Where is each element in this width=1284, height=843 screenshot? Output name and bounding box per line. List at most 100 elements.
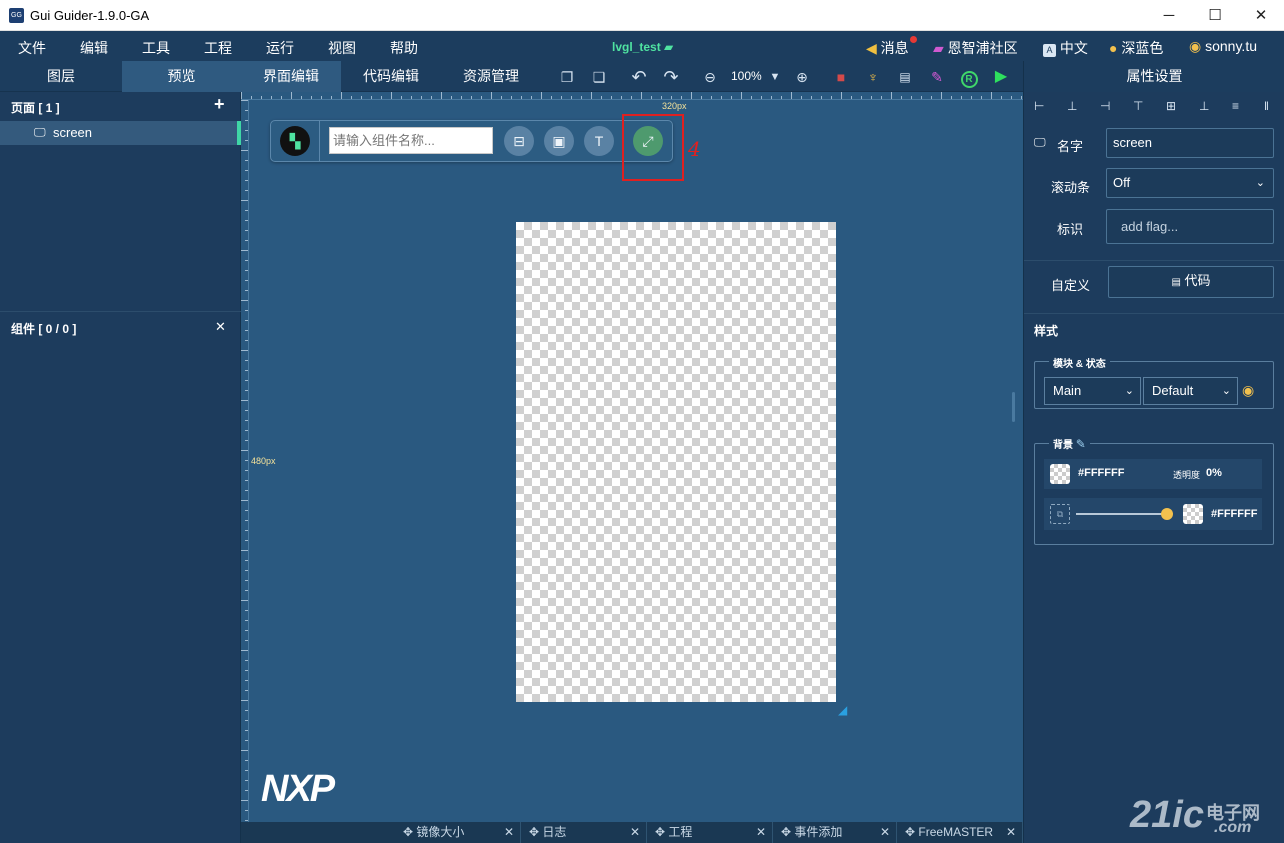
close-icon[interactable]: ✕ xyxy=(630,822,640,843)
gradient-color-swatch[interactable] xyxy=(1183,504,1203,524)
menu-file[interactable]: 文件 xyxy=(18,38,46,58)
tab-freemaster[interactable]: ✥ FreeMASTER ✕ xyxy=(897,822,1023,843)
ruler-tick xyxy=(241,700,248,701)
brush-icon[interactable]: ✎ xyxy=(1076,437,1086,451)
user-menu[interactable]: ◉ sonny.tu xyxy=(1189,38,1257,55)
ruler-tick xyxy=(991,92,992,99)
tab-label: 事件添加 xyxy=(794,825,843,839)
ruler-tick xyxy=(971,96,972,99)
tab-layers[interactable]: 图层 xyxy=(0,61,122,92)
tab-preview[interactable]: 预览 xyxy=(122,61,241,92)
resize-handle-icon[interactable]: ◢ xyxy=(838,703,847,717)
tab-event-add[interactable]: ✥ 事件添加 ✕ xyxy=(773,822,897,843)
tab-project[interactable]: ✥ 工程 ✕ xyxy=(647,822,773,843)
close-icon[interactable]: ✕ xyxy=(504,822,514,843)
ruler-tick xyxy=(291,92,292,99)
widgets-grid-icon[interactable]: ▚ xyxy=(280,126,310,156)
ruler-tick xyxy=(941,92,942,99)
scroll-handle[interactable] xyxy=(1012,392,1015,422)
distribute-h-icon[interactable]: ≡ xyxy=(1232,99,1239,113)
image-widget-icon[interactable]: ▣ xyxy=(544,126,574,156)
ruler-tick xyxy=(431,96,432,99)
run-play-icon[interactable]: ▶ xyxy=(990,66,1012,88)
user-label: sonny.tu xyxy=(1205,38,1257,54)
ruler-tick xyxy=(601,96,602,99)
bg-color-value: #FFFFFF xyxy=(1078,467,1125,479)
align-vcenter-icon[interactable]: ⊞ xyxy=(1166,99,1176,113)
tab-ui-edit[interactable]: 界面编辑 xyxy=(241,61,341,92)
send-back-icon[interactable]: ❏ xyxy=(588,66,610,88)
menu-bar: 文件 编辑 工具 工程 运行 视图 帮助 lvgl_test ▰ ◀ 消息 ▰ … xyxy=(0,31,1284,61)
stop-icon[interactable]: ■ xyxy=(830,66,852,88)
page-item-screen[interactable]: 🖵 screen xyxy=(0,121,241,145)
align-hcenter-icon[interactable]: ⊥ xyxy=(1067,99,1077,113)
menu-view[interactable]: 视图 xyxy=(328,38,356,58)
ruler-tick xyxy=(241,92,242,99)
name-field[interactable]: screen xyxy=(1106,128,1274,158)
widget-search-input[interactable] xyxy=(329,127,493,154)
close-button[interactable]: ✕ xyxy=(1238,0,1284,31)
design-canvas[interactable]: 320px 480px ▚ ⊟ ▣ T ⤢ 4 ◢ NXP xyxy=(241,92,1023,822)
zoom-dropdown-icon[interactable]: ▼ xyxy=(764,66,786,88)
clean-broom-icon[interactable]: ♆ xyxy=(862,66,884,88)
theme-menu[interactable]: ● 深蓝色 xyxy=(1109,38,1163,58)
undo-icon[interactable]: ↶ xyxy=(628,66,650,88)
ruler-tick xyxy=(841,92,842,99)
menu-help[interactable]: 帮助 xyxy=(390,38,418,58)
button-widget-icon[interactable]: ⊟ xyxy=(504,126,534,156)
ruler-tick xyxy=(245,560,248,561)
screen-preview[interactable] xyxy=(516,222,836,702)
state-select[interactable]: Default ⌄ xyxy=(1143,377,1238,405)
zoom-in-icon[interactable]: ⊕ xyxy=(791,66,813,88)
align-left-icon[interactable]: ⊢ xyxy=(1034,99,1044,113)
ruler-tick xyxy=(1011,96,1012,99)
close-icon[interactable]: ✕ xyxy=(756,822,766,843)
align-right-icon[interactable]: ⊣ xyxy=(1100,99,1110,113)
tab-image-size[interactable]: ✥ 镜像大小 ✕ xyxy=(395,822,521,843)
language-menu[interactable]: A 中文 xyxy=(1043,38,1088,58)
bring-front-icon[interactable]: ❐ xyxy=(556,66,578,88)
scrollbar-select[interactable]: Off ⌄ xyxy=(1106,168,1274,198)
gradient-slider-track[interactable] xyxy=(1076,513,1168,515)
collapse-icon[interactable]: ✕ xyxy=(215,319,226,335)
run-r-icon[interactable]: R xyxy=(958,66,980,88)
maximize-button[interactable]: ☐ xyxy=(1192,0,1238,31)
tab-resource-mgmt[interactable]: 资源管理 xyxy=(441,61,541,92)
gradient-direction-icon[interactable]: ⧉ xyxy=(1050,504,1070,524)
wrench-icon[interactable]: ✎ xyxy=(926,66,948,88)
close-icon[interactable]: ✕ xyxy=(880,822,890,843)
flag-input[interactable]: add flag... xyxy=(1106,209,1274,244)
label-widget-icon[interactable]: T xyxy=(584,126,614,156)
menu-tools[interactable]: 工具 xyxy=(142,38,170,58)
move-icon: ✥ xyxy=(403,825,414,839)
gradient-slider-handle[interactable] xyxy=(1161,508,1173,520)
menu-edit[interactable]: 编辑 xyxy=(80,38,108,58)
height-label: 480px xyxy=(251,456,276,466)
ruler-tick xyxy=(951,96,952,99)
minimize-button[interactable]: ─ xyxy=(1146,0,1192,31)
zoom-out-icon[interactable]: ⊖ xyxy=(699,66,721,88)
community-menu[interactable]: ▰ 恩智浦社区 xyxy=(933,38,1018,58)
align-top-icon[interactable]: ⊤ xyxy=(1133,99,1143,113)
tab-code-edit[interactable]: 代码编辑 xyxy=(341,61,441,92)
bg-color-swatch[interactable] xyxy=(1050,464,1070,484)
ruler-tick xyxy=(331,96,332,99)
eye-icon[interactable]: ◉ xyxy=(1242,382,1254,399)
ruler-tick xyxy=(245,410,248,411)
tab-log[interactable]: ✥ 日志 ✕ xyxy=(521,822,647,843)
messages-menu[interactable]: ◀ 消息 xyxy=(866,36,917,58)
align-bottom-icon[interactable]: ⊥ xyxy=(1199,99,1209,113)
custom-code-button[interactable]: ▤ 代码 xyxy=(1108,266,1274,298)
menu-project[interactable]: 工程 xyxy=(204,38,232,58)
watermark-domain: .com xyxy=(1214,819,1252,836)
distribute-v-icon[interactable]: ‖ xyxy=(1264,99,1269,113)
add-page-button[interactable]: + xyxy=(214,94,225,115)
tab-label: 镜像大小 xyxy=(416,825,465,839)
part-state-legend: 模块 & 状态 xyxy=(1049,355,1110,370)
part-select[interactable]: Main ⌄ xyxy=(1044,377,1141,405)
ruler-tick xyxy=(241,300,248,301)
redo-icon[interactable]: ↷ xyxy=(660,66,682,88)
generate-code-icon[interactable]: ▤ xyxy=(894,66,916,88)
close-icon[interactable]: ✕ xyxy=(1006,822,1016,843)
menu-run[interactable]: 运行 xyxy=(266,38,294,58)
